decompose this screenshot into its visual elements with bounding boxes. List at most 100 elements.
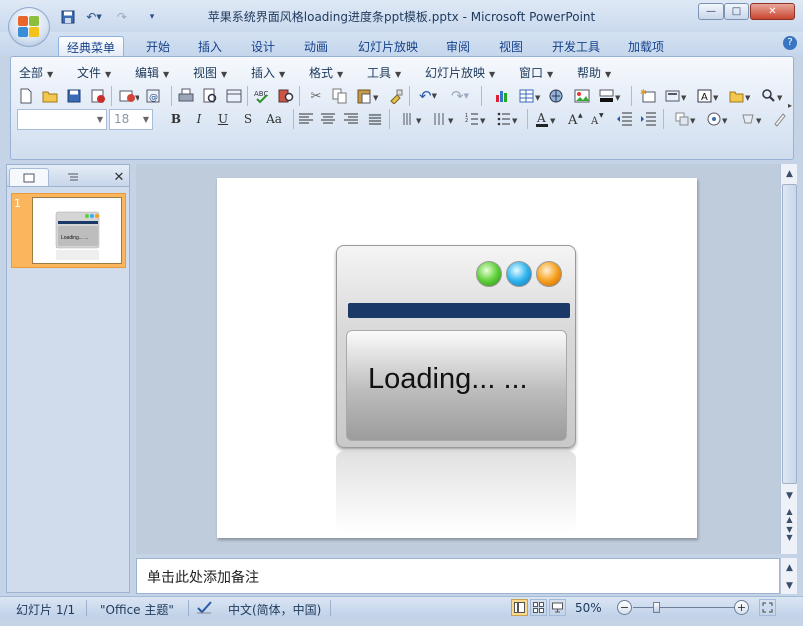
slideshow-view-icon[interactable] <box>549 599 566 616</box>
fit-to-window-icon[interactable] <box>759 599 776 616</box>
slide-layout-icon[interactable]: ▼ <box>663 87 689 105</box>
numbering-icon[interactable]: 1 2 ▼ <box>463 110 489 128</box>
redo-toolbar-icon[interactable]: ↷ ▼ <box>447 87 473 105</box>
menu-window[interactable]: 窗口 ▼ <box>519 64 553 81</box>
menu-help[interactable]: 帮助 ▼ <box>577 64 611 81</box>
notes-scroll-up-icon[interactable]: ▲ <box>782 560 797 575</box>
slide-canvas[interactable]: Loading... ... <box>217 178 697 538</box>
menu-insert[interactable]: 插入 ▼ <box>251 64 285 81</box>
new-slide-icon[interactable]: ✱ <box>639 87 657 105</box>
undo-toolbar-icon[interactable]: ↶ ▼ <box>415 87 441 105</box>
underline-button[interactable]: U <box>214 110 232 128</box>
tab-view[interactable]: 视图 <box>491 36 531 56</box>
help-icon[interactable]: ? <box>783 36 797 50</box>
font-name-combo[interactable]: ▼ <box>17 109 107 130</box>
layout-view-icon[interactable] <box>225 87 243 105</box>
notes-pane[interactable]: 单击此处添加备注 <box>136 558 780 594</box>
align-text-icon[interactable]: ▼ <box>431 110 457 128</box>
menu-view[interactable]: 视图 ▼ <box>193 64 227 81</box>
open-folder-icon[interactable] <box>41 87 59 105</box>
shape-fill-icon[interactable]: ▼ <box>739 110 765 128</box>
next-slide-icon[interactable]: ▼ ▼ <box>782 525 797 541</box>
text-box-icon[interactable]: A ▼ <box>695 87 721 105</box>
slide-thumbnail[interactable]: Loading... ... <box>32 197 122 264</box>
print-icon[interactable] <box>177 87 195 105</box>
notes-placeholder[interactable]: 单击此处添加备注 <box>147 567 259 587</box>
grow-font-icon[interactable]: A ▲ <box>567 110 585 128</box>
quick-styles-icon[interactable]: ▼ <box>705 110 731 128</box>
format-painter-icon[interactable] <box>387 87 405 105</box>
close-button[interactable]: ✕ <box>750 3 795 20</box>
language[interactable]: 中文(简体，中国) <box>228 601 321 618</box>
vertical-scrollbar[interactable]: ▲ ▼ ▲ ▲ ▼ ▼ <box>780 164 797 554</box>
font-color-icon[interactable]: A ▼ <box>533 110 559 128</box>
zoom-level[interactable]: 50% <box>575 601 602 615</box>
permission-icon[interactable] <box>89 87 107 105</box>
zoom-slider-knob[interactable] <box>653 602 660 613</box>
menu-slideshow[interactable]: 幻灯片放映 ▼ <box>425 64 495 81</box>
fill-color-icon[interactable]: ▼ <box>597 87 623 105</box>
email-icon[interactable]: ▼ <box>117 87 141 105</box>
minimize-button[interactable]: — <box>698 3 724 20</box>
arrange-icon[interactable]: ▼ <box>673 110 699 128</box>
slide-design-icon[interactable]: ▼ <box>727 87 753 105</box>
change-case-button[interactable]: Aa <box>261 110 287 128</box>
tab-developer[interactable]: 开发工具 <box>544 36 608 56</box>
paste-icon[interactable]: ▼ <box>355 87 381 105</box>
scrollbar-thumb[interactable] <box>782 184 797 484</box>
maximize-button[interactable]: □ <box>724 3 749 20</box>
menu-all[interactable]: 全部 ▼ <box>19 64 53 81</box>
tab-review[interactable]: 审阅 <box>438 36 478 56</box>
notes-scroll-down-icon[interactable]: ▼ <box>782 578 797 593</box>
cut-icon[interactable]: ✂ <box>307 87 325 105</box>
shrink-font-icon[interactable]: A ▼ <box>589 110 607 128</box>
toolbar-overflow-icon[interactable]: ▸ <box>781 97 799 115</box>
text-direction-icon[interactable]: ▼ <box>399 110 425 128</box>
tab-addins[interactable]: 加载项 <box>620 36 672 56</box>
justify-icon[interactable] <box>366 110 384 128</box>
scroll-up-icon[interactable]: ▲ <box>782 166 797 181</box>
previous-slide-icon[interactable]: ▲ ▲ <box>782 507 797 523</box>
tab-animation[interactable]: 动画 <box>296 36 336 56</box>
font-size-combo[interactable]: 18 ▼ <box>109 109 153 130</box>
menu-format[interactable]: 格式 ▼ <box>309 64 343 81</box>
increase-indent-icon[interactable] <box>639 110 657 128</box>
notes-scrollbar[interactable]: ▲ ▼ <box>780 558 797 594</box>
save-file-icon[interactable] <box>65 87 83 105</box>
hyperlink-icon[interactable] <box>547 87 565 105</box>
spell-check-icon[interactable] <box>196 599 214 618</box>
copy-icon[interactable] <box>331 87 349 105</box>
tab-home[interactable]: 开始 <box>138 36 178 56</box>
slide-sorter-view-icon[interactable] <box>530 599 547 616</box>
align-left-icon[interactable] <box>297 110 315 128</box>
spelling-icon[interactable]: ABC <box>253 87 271 105</box>
slide-thumbnail-selected[interactable]: 1 Loading... ... <box>11 193 126 268</box>
outline-tab-icon[interactable] <box>51 168 95 186</box>
italic-button[interactable]: I <box>190 110 208 128</box>
tab-classic-menu[interactable]: 经典菜单 <box>58 36 124 56</box>
insert-picture-icon[interactable] <box>573 87 591 105</box>
menu-edit[interactable]: 编辑 ▼ <box>135 64 169 81</box>
shadow-button[interactable]: S <box>239 110 257 128</box>
bullets-icon[interactable]: ▼ <box>495 110 521 128</box>
tab-design[interactable]: 设计 <box>243 36 283 56</box>
theme-name[interactable]: "Office 主题" <box>100 601 174 618</box>
zoom-out-icon[interactable]: − <box>617 600 632 615</box>
slides-tab-icon[interactable] <box>9 168 49 186</box>
scroll-down-icon[interactable]: ▼ <box>782 488 797 503</box>
attach-icon[interactable]: @ <box>145 87 163 105</box>
menu-tools[interactable]: 工具 ▼ <box>367 64 401 81</box>
tab-insert[interactable]: 插入 <box>190 36 230 56</box>
bold-button[interactable]: B <box>167 110 185 128</box>
decrease-indent-icon[interactable] <box>615 110 633 128</box>
zoom-in-icon[interactable]: + <box>734 600 749 615</box>
chart-icon[interactable] <box>493 87 511 105</box>
tab-slideshow[interactable]: 幻灯片放映 <box>350 36 426 56</box>
new-document-icon[interactable] <box>17 87 35 105</box>
menu-file[interactable]: 文件 ▼ <box>77 64 111 81</box>
align-right-icon[interactable] <box>342 110 360 128</box>
print-preview-icon[interactable] <box>201 87 219 105</box>
align-center-icon[interactable] <box>319 110 337 128</box>
close-panel-icon[interactable]: ✕ <box>111 168 127 186</box>
mac-window-graphic[interactable]: Loading... ... <box>336 245 576 448</box>
